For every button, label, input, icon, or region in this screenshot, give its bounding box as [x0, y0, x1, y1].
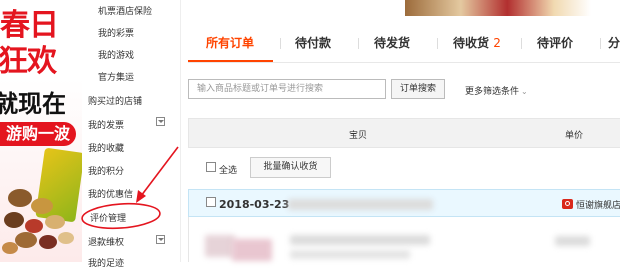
annotation-arrow-line [140, 146, 179, 197]
tab-pending-review[interactable]: 待评价 [537, 34, 573, 51]
sidebar-item-points[interactable]: 我的积分 [88, 164, 124, 177]
tab-more[interactable]: 分 [608, 34, 620, 51]
more-filters-label: 更多筛选条件 [465, 87, 520, 97]
tab-pending-shipment[interactable]: 待发货 [374, 34, 410, 51]
column-price: 单价 [565, 131, 584, 141]
sidebar-item-lottery[interactable]: 我的彩票 [98, 26, 134, 39]
chevron-down-icon: ⌄ [521, 87, 528, 96]
promo-banner[interactable]: 春日 狂欢 就现在 游购一波 [0, 0, 82, 262]
shop-icon [562, 199, 573, 209]
product-title-redacted[interactable] [290, 235, 430, 245]
shop-name[interactable]: 恒谢旗舰店 [576, 198, 620, 211]
tab-all-orders[interactable]: 所有订单 [206, 34, 254, 51]
product-spec-redacted [290, 250, 410, 259]
batch-confirm-receipt-button[interactable]: 批量确认收货 [250, 157, 331, 178]
order-checkbox[interactable] [206, 197, 216, 207]
select-all-checkbox[interactable] [206, 162, 216, 172]
mixed-nuts-image [2, 189, 74, 254]
promo-line-2: 狂欢 [0, 44, 57, 79]
order-search-input[interactable]: 输入商品标题或订单号进行搜索 [188, 79, 386, 99]
promo-pill: 游购一波 [0, 122, 76, 146]
order-date: 2018-03-23 [219, 198, 290, 211]
tab-pending-receipt-count: 2 [493, 36, 501, 50]
tab-separator [358, 38, 359, 49]
tab-pending-receipt-label: 待收货 [453, 36, 490, 50]
tab-pending-receipt[interactable]: 待收货 2 [453, 34, 501, 51]
tab-separator [280, 38, 281, 49]
product-image-redacted[interactable] [205, 235, 235, 257]
order-tabs: 所有订单 待付款 待发货 待收货 2 待评价 分 [188, 22, 620, 63]
sidebar-item-footprints[interactable]: 我的足迹 [88, 256, 124, 269]
sidebar-item-invoices[interactable]: 我的发票 [88, 118, 124, 131]
product-image-redacted[interactable] [232, 239, 272, 261]
sidebar-item-visited-shops[interactable]: 购买过的店铺 [88, 94, 142, 107]
sidebar-item-coupons[interactable]: 我的优惠信 [88, 187, 133, 200]
sidebar-item-shipping[interactable]: 官方集运 [98, 70, 134, 83]
tab-pending-payment[interactable]: 待付款 [295, 34, 331, 51]
column-item: 宝贝 [349, 131, 368, 141]
annotation-arrow-head [136, 190, 146, 203]
tab-separator [521, 38, 522, 49]
order-number-redacted [288, 199, 433, 210]
active-tab-indicator [188, 60, 273, 62]
tab-separator [437, 38, 438, 49]
sidebar-item-refunds[interactable]: 退款维权 [88, 235, 124, 248]
product-price-redacted [555, 236, 590, 246]
tab-separator [600, 38, 601, 49]
sidebar-item-games[interactable]: 我的游戏 [98, 48, 134, 61]
sidebar-divider [180, 0, 181, 262]
invoices-expand-icon[interactable] [156, 117, 165, 126]
order-search-button[interactable]: 订单搜索 [391, 79, 445, 99]
more-filters-link[interactable]: 更多筛选条件 ⌄ [465, 84, 528, 97]
promo-line-3: 就现在 [0, 90, 66, 118]
sidebar-item-travel[interactable]: 机票酒店保险 [98, 4, 152, 17]
select-all-label[interactable]: 全选 [219, 163, 237, 176]
table-header: 宝贝 单价 [188, 118, 620, 148]
refunds-expand-icon[interactable] [156, 235, 165, 244]
product-thumbnail[interactable] [405, 0, 591, 16]
sidebar-item-favorites[interactable]: 我的收藏 [88, 141, 124, 154]
sidebar-item-reviews[interactable]: 评价管理 [90, 211, 126, 224]
